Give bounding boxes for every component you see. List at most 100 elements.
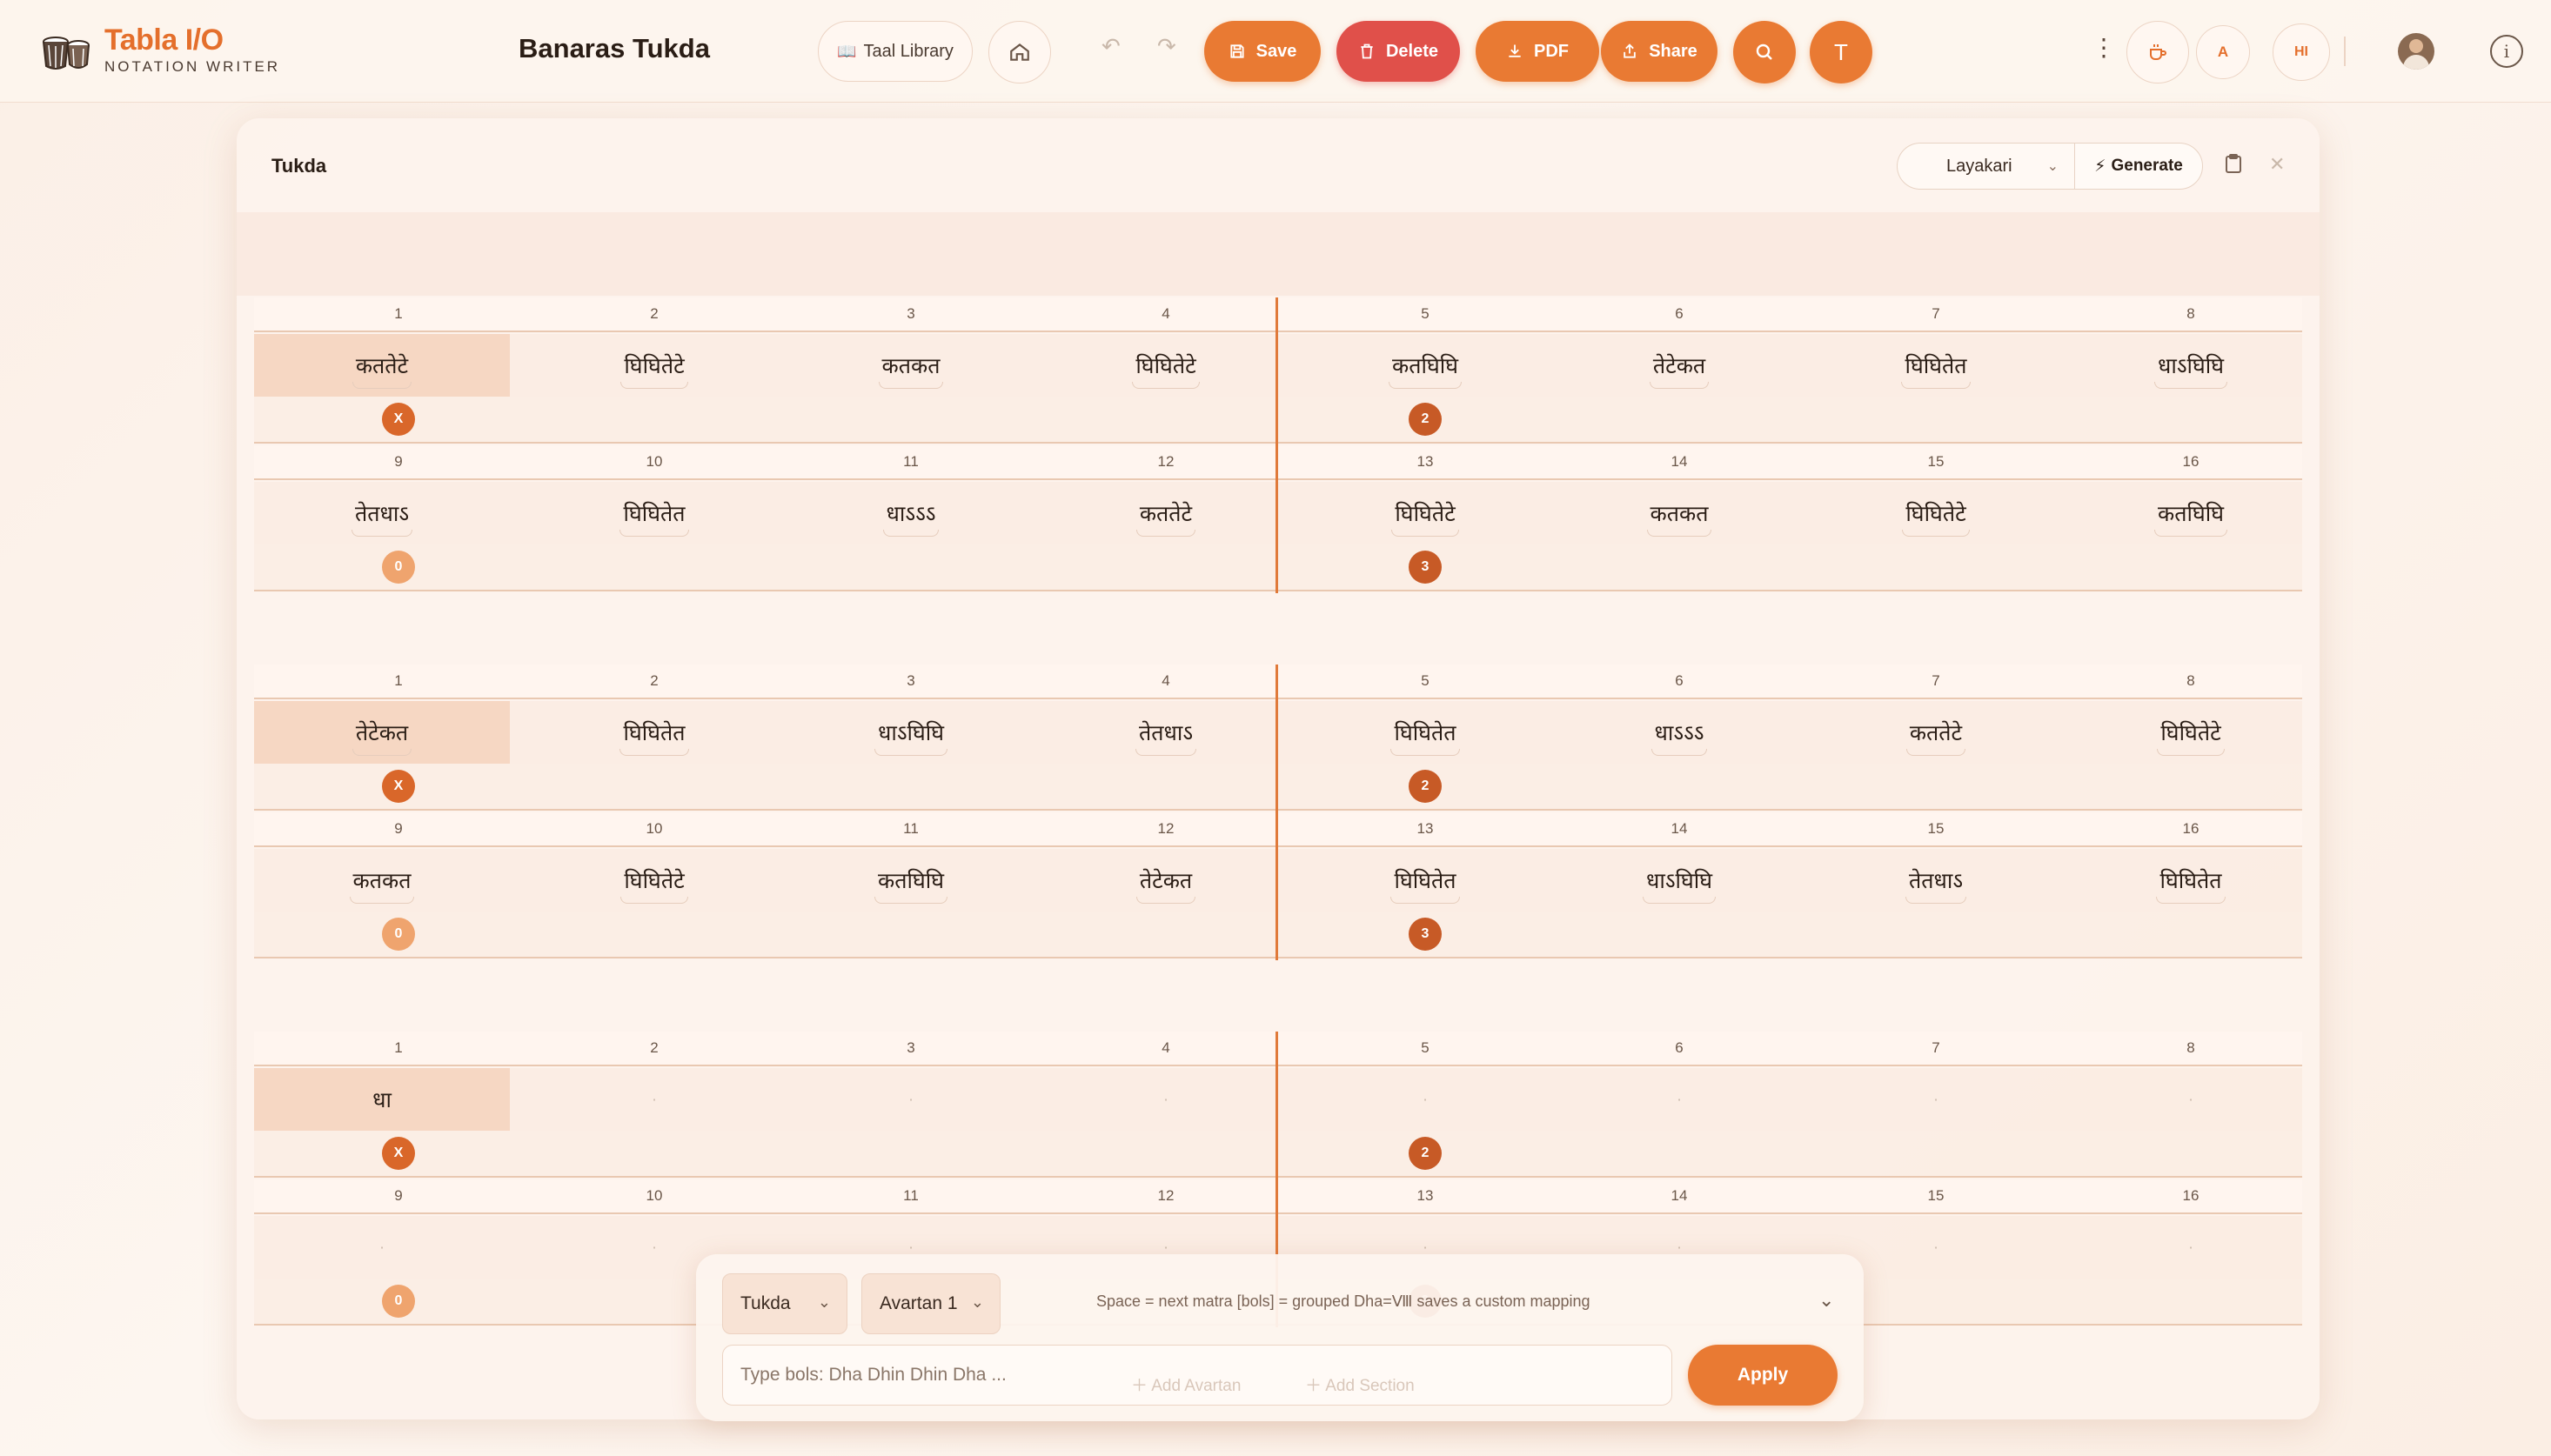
bol-group-underline — [1390, 897, 1460, 904]
bol-cell[interactable]: घिघितेटे — [1808, 482, 2064, 544]
bol-group-underline — [2156, 897, 2226, 904]
pdf-button[interactable]: PDF — [1476, 21, 1599, 82]
search-button[interactable] — [1733, 21, 1796, 83]
bol-cell[interactable]: घिघितेत — [526, 701, 782, 764]
matra-number: 5 — [1421, 1039, 1429, 1056]
tea-button[interactable] — [2126, 21, 2189, 83]
bol-cell[interactable]: तेटेकत — [254, 701, 510, 764]
matra-number: 3 — [907, 1039, 915, 1056]
matra-header: 1 2 3 4 5 6 7 8 — [254, 297, 2302, 332]
bol-text: धाऽघिघि — [874, 718, 948, 756]
taal-library-button[interactable]: 📖 Taal Library — [818, 21, 973, 82]
home-icon — [1010, 43, 1029, 61]
bol-cell[interactable]: घिघितेत — [526, 482, 782, 544]
bol-cell[interactable]: कततेटे — [1808, 701, 2064, 764]
bol-row: कतकत घिघितेटे कतघिघि तेटेकत घिघितेत धाऽघिघि ते… — [254, 849, 2302, 912]
bol-cell[interactable]: धाऽघिघि — [2063, 334, 2319, 397]
bol-cell[interactable]: तेतधाऽ — [254, 482, 510, 544]
share-button[interactable]: Share — [1601, 21, 1717, 82]
bol-cell[interactable]: घिघितेटे — [1038, 334, 1294, 397]
bol-group-underline — [351, 530, 413, 537]
bol-group-underline — [1390, 749, 1460, 756]
bol-cell[interactable]: · — [1551, 1068, 1807, 1131]
bol-text: घिघितेटे — [2157, 718, 2225, 756]
bol-cell[interactable]: · — [1808, 1068, 2064, 1131]
bol-cell[interactable]: घिघितेटे — [526, 334, 782, 397]
bol-cell[interactable]: कतकत — [1551, 482, 1807, 544]
bol-cell[interactable]: तेटेकत — [1551, 334, 1807, 397]
bol-row: तेतधाऽ घिघितेत धाऽऽऽ कततेटे घिघितेटे कतकत घिघि… — [254, 482, 2302, 544]
bol-cell[interactable]: घिघितेटे — [1297, 482, 1553, 544]
bol-cell[interactable]: धाऽघिघि — [783, 701, 1039, 764]
bol-text: घिघितेटे — [620, 865, 688, 904]
lang-a-button[interactable]: A — [2196, 25, 2250, 79]
matra-number: 10 — [646, 820, 663, 837]
section-select[interactable]: Tukda ⌄ — [722, 1273, 847, 1334]
bol-cell[interactable]: तेतधाऽ — [1038, 701, 1294, 764]
bol-cell[interactable]: · — [2063, 1216, 2319, 1279]
taal-marker-cell: 3 — [1297, 544, 1553, 590]
layakari-select[interactable]: Layakari ⌄ — [1897, 143, 2074, 190]
bolt-icon: ⚡ — [2094, 157, 2106, 176]
apply-button[interactable]: Apply — [1688, 1345, 1838, 1406]
close-icon[interactable]: ✕ — [2269, 153, 2285, 176]
bol-cell[interactable]: घिघितेटे — [526, 849, 782, 912]
generate-button[interactable]: ⚡ Generate — [2074, 143, 2203, 190]
bol-cell[interactable]: घिघितेत — [2063, 849, 2319, 912]
bol-cell[interactable]: · — [1038, 1068, 1294, 1131]
bol-text: धा — [372, 1087, 392, 1112]
save-button[interactable]: Save — [1204, 21, 1321, 82]
taal-marker-badge: 2 — [1409, 1137, 1442, 1170]
bol-cell[interactable]: · — [783, 1068, 1039, 1131]
add-section-button[interactable]: ＋ Add Section — [1305, 1373, 1415, 1396]
text-style-button[interactable]: T — [1810, 21, 1872, 83]
taal-marker-row: 03 — [254, 544, 2302, 591]
redo-icon[interactable]: ↷ — [1157, 33, 1176, 60]
matra-number: 14 — [1671, 453, 1688, 470]
document-title[interactable]: Banaras Tukda — [519, 33, 710, 64]
avartan-select[interactable]: Avartan 1 ⌄ — [861, 1273, 1001, 1334]
clipboard-icon[interactable] — [2224, 153, 2243, 179]
cup-icon — [2150, 44, 2166, 60]
add-avartan-button[interactable]: ＋ Add Avartan — [1131, 1373, 1241, 1396]
info-icon[interactable]: i — [2490, 35, 2523, 68]
more-vertical-icon[interactable]: ⋮ — [2092, 33, 2116, 62]
top-bar: Tabla I/O NOTATION WRITER Banaras Tukda … — [0, 0, 2551, 103]
vibhag-divider — [1276, 1032, 1278, 1179]
bol-cell[interactable]: कततेटे — [1038, 482, 1294, 544]
bol-cell[interactable]: तेतधाऽ — [1808, 849, 2064, 912]
bol-cell[interactable]: · — [2063, 1068, 2319, 1131]
bol-cell[interactable]: घिघितेत — [1297, 701, 1553, 764]
avartan-row: 1 2 3 4 5 6 7 8 कततेटे घिघितेटे कतकत घिघितेटे कतघिघि… — [254, 297, 2302, 445]
bol-cell[interactable]: कतकत — [783, 334, 1039, 397]
bol-cell[interactable]: घिघितेत — [1297, 849, 1553, 912]
bol-cell[interactable]: कतघिघि — [2063, 482, 2319, 544]
bol-cell[interactable]: कतघिघि — [1297, 334, 1553, 397]
bol-cell[interactable]: घिघितेत — [1808, 334, 2064, 397]
bol-cell[interactable]: कतघिघि — [783, 849, 1039, 912]
bol-cell[interactable]: कतकत — [254, 849, 510, 912]
home-button[interactable] — [988, 21, 1051, 83]
bol-cell[interactable]: · — [1297, 1068, 1553, 1131]
delete-button[interactable]: Delete — [1336, 21, 1460, 82]
bol-cell[interactable]: धाऽघिघि — [1551, 849, 1807, 912]
avatar[interactable] — [2398, 33, 2434, 70]
lang-hi-button[interactable]: HI — [2273, 23, 2330, 81]
bol-group-underline — [878, 382, 944, 389]
modal-header: Tukda Layakari ⌄ ⚡ Generate ✕ — [237, 118, 2320, 212]
brand[interactable]: Tabla I/O NOTATION WRITER — [38, 24, 280, 77]
bol-cell[interactable]: घिघितेटे — [2063, 701, 2319, 764]
bol-cell[interactable]: धा — [254, 1068, 510, 1131]
bol-cell[interactable]: धाऽऽऽ — [783, 482, 1039, 544]
bol-text: · — [1163, 1239, 1168, 1256]
bol-text: कतकत — [878, 351, 944, 389]
bol-cell[interactable]: धाऽऽऽ — [1551, 701, 1807, 764]
bol-cell[interactable]: तेटेकत — [1038, 849, 1294, 912]
app-title: Tabla I/O — [104, 23, 224, 57]
undo-icon[interactable]: ↶ — [1101, 33, 1121, 60]
taal-marker-cell: 2 — [1297, 764, 1553, 809]
bol-cell[interactable]: कततेटे — [254, 334, 510, 397]
bol-cell[interactable]: · — [254, 1216, 510, 1279]
chevron-down-icon[interactable]: ⌄ — [1818, 1289, 1834, 1312]
bol-cell[interactable]: · — [526, 1068, 782, 1131]
